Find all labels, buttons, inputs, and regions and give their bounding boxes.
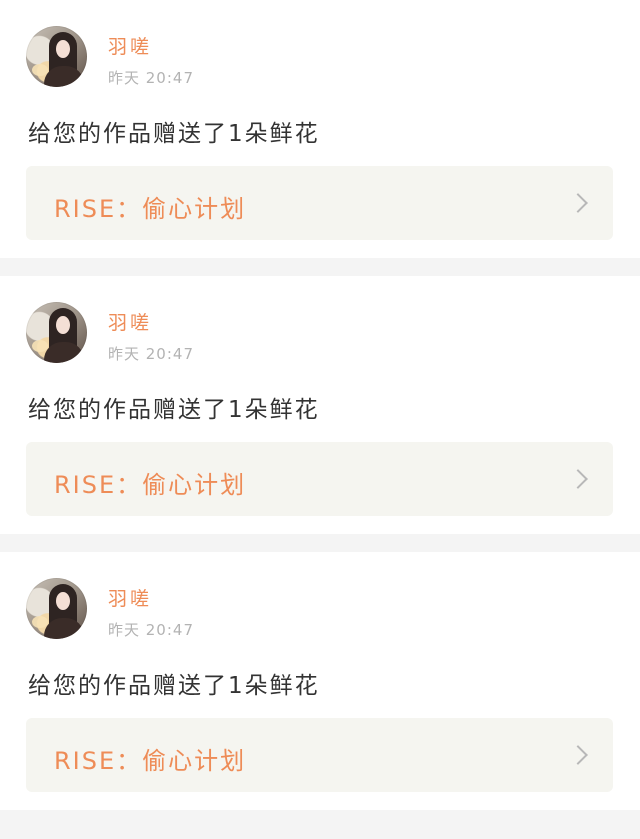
notification-message: 给您的作品赠送了1朵鲜花 xyxy=(28,397,320,423)
chevron-right-icon xyxy=(568,193,588,213)
notification-card: 羽嗟 昨天 20:47 给您的作品赠送了1朵鲜花 RISE：偷心计划 xyxy=(0,276,640,534)
work-link[interactable]: RISE：偷心计划 xyxy=(26,718,613,792)
user-avatar[interactable] xyxy=(26,302,87,363)
user-avatar[interactable] xyxy=(26,26,87,87)
notification-message: 给您的作品赠送了1朵鲜花 xyxy=(28,121,320,147)
notification-card: 羽嗟 昨天 20:47 给您的作品赠送了1朵鲜花 RISE：偷心计划 xyxy=(0,552,640,810)
chevron-right-icon xyxy=(568,469,588,489)
work-link-title: RISE：偷心计划 xyxy=(54,471,247,499)
work-link-title: RISE：偷心计划 xyxy=(54,195,247,223)
notification-time: 昨天 20:47 xyxy=(108,621,194,639)
notification-card: 羽嗟 昨天 20:47 给您的作品赠送了1朵鲜花 RISE：偷心计划 xyxy=(0,0,640,258)
work-link[interactable]: RISE：偷心计划 xyxy=(26,442,613,516)
user-avatar[interactable] xyxy=(26,578,87,639)
username[interactable]: 羽嗟 xyxy=(108,584,152,611)
username[interactable]: 羽嗟 xyxy=(108,32,152,59)
notification-time: 昨天 20:47 xyxy=(108,69,194,87)
notifications-page: 羽嗟 昨天 20:47 给您的作品赠送了1朵鲜花 RISE：偷心计划 羽嗟 昨天… xyxy=(0,0,640,839)
work-link-title: RISE：偷心计划 xyxy=(54,747,247,775)
work-link[interactable]: RISE：偷心计划 xyxy=(26,166,613,240)
chevron-right-icon xyxy=(568,745,588,765)
notification-time: 昨天 20:47 xyxy=(108,345,194,363)
notification-message: 给您的作品赠送了1朵鲜花 xyxy=(28,673,320,699)
username[interactable]: 羽嗟 xyxy=(108,308,152,335)
